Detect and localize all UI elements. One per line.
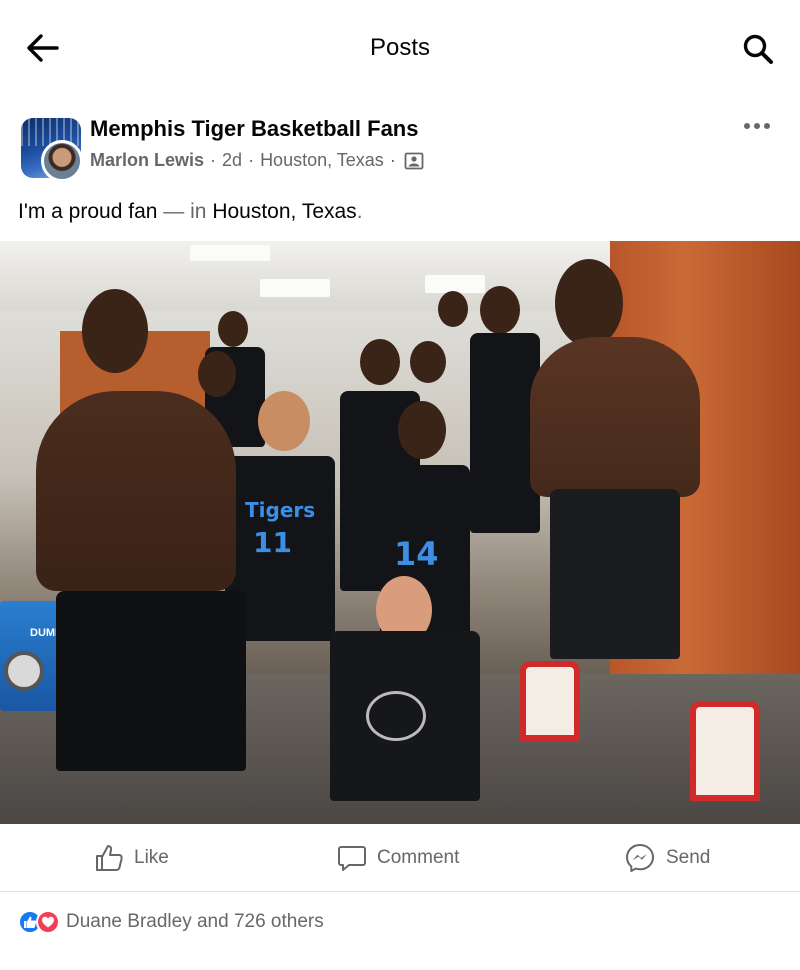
photo-player-head <box>218 311 248 347</box>
post-text: I'm a proud fan — in Houston, Texas. <box>18 200 363 224</box>
photo-player-head <box>480 286 520 334</box>
page-title: Posts <box>369 34 431 61</box>
photo-ceiling-light <box>260 279 330 297</box>
reactions-summary[interactable]: Duane Bradley and 726 others <box>18 906 324 938</box>
like-button[interactable]: Like <box>94 842 169 874</box>
photo-player-head <box>198 351 236 397</box>
messenger-icon <box>626 844 654 872</box>
photo-chair <box>690 701 760 801</box>
more-options-button[interactable] <box>742 116 772 136</box>
jersey-team-text: Tigers <box>245 498 316 522</box>
post-text-prefix: I'm a proud fan <box>18 200 158 223</box>
post-text-connector: — in <box>163 200 207 223</box>
love-reaction-icon <box>36 910 60 934</box>
comment-button[interactable]: Comment <box>337 842 459 874</box>
reactions-text: Duane Bradley and 726 others <box>66 911 324 932</box>
photo-player-shorts <box>56 591 246 771</box>
fan-shirt-logo <box>366 691 426 741</box>
photo-player-shorts <box>550 489 680 659</box>
search-icon <box>743 34 773 64</box>
post-location[interactable]: Houston, Texas <box>260 150 384 171</box>
photo-player-head <box>410 341 446 383</box>
more-horizontal-icon <box>744 123 770 129</box>
post-meta: Marlon Lewis · 2d · Houston, Texas · <box>90 150 424 171</box>
photo-player-head <box>258 391 310 451</box>
like-icon <box>96 845 123 871</box>
meta-separator: · <box>389 150 396 170</box>
photo-ceiling-light <box>190 245 270 261</box>
photo-player-head <box>555 259 623 347</box>
photo-player-head <box>398 401 446 459</box>
comment-icon <box>338 846 366 871</box>
group-name-link[interactable]: Memphis Tiger Basketball Fans <box>90 116 418 142</box>
photo-fan-body <box>330 631 480 801</box>
post-text-location-link[interactable]: Houston, Texas <box>212 200 356 223</box>
boombox-speaker <box>4 651 44 691</box>
comment-label: Comment <box>377 847 460 868</box>
post-time[interactable]: 2d <box>222 150 242 171</box>
photo-player-head <box>360 339 400 385</box>
post-header: Memphis Tiger Basketball Fans Marlon Lew… <box>0 110 800 190</box>
photo-player-head <box>438 291 468 327</box>
photo-chair <box>520 661 580 741</box>
avatar[interactable] <box>41 140 83 182</box>
send-label: Send <box>666 847 711 868</box>
author-link[interactable]: Marlon Lewis <box>90 150 204 171</box>
search-button[interactable] <box>738 30 778 68</box>
jersey-number: 11 <box>253 526 292 559</box>
send-button[interactable]: Send <box>624 842 710 874</box>
post-actions-bar: Like Comment Send <box>0 824 800 892</box>
jersey-number: 14 <box>394 535 439 573</box>
photo-player-torso <box>530 337 700 497</box>
photo-player-torso <box>36 391 236 591</box>
meta-separator: · <box>210 150 217 170</box>
meta-separator: · <box>248 150 255 170</box>
photo-player-head <box>82 289 148 373</box>
post-text-suffix: . <box>356 200 363 223</box>
top-bar: Posts <box>0 0 800 96</box>
like-label: Like <box>134 847 169 868</box>
post-photo[interactable]: DUMPO Tigers 11 14 <box>0 241 800 824</box>
photo-audience-icon[interactable] <box>404 151 424 171</box>
